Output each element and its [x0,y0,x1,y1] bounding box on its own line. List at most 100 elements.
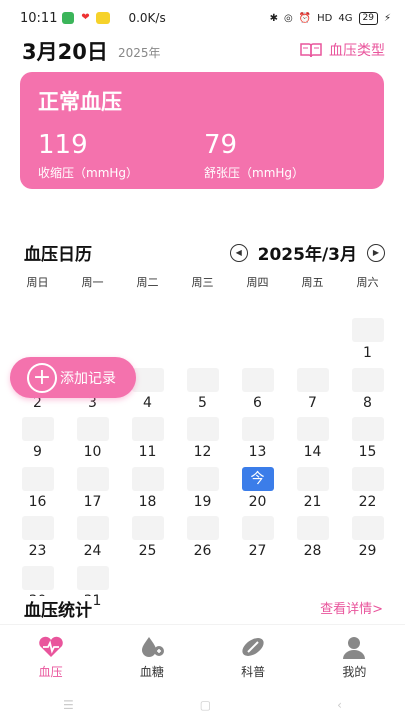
calendar-day[interactable]: 27 [230,516,285,566]
calendar-day[interactable]: 18 [120,466,175,517]
blood-drop-icon [141,637,164,657]
day-number: 4 [143,394,152,411]
day-number: 12 [193,444,212,460]
system-nav-bar: ☰ ▢ ‹ [0,690,405,720]
calendar-day[interactable]: 17 [65,466,120,517]
add-record-button[interactable]: + 添加记录 [10,357,136,398]
weekday-label: 周日 [26,276,49,289]
day-record-box [351,367,384,392]
calendar-day[interactable]: 7 [285,367,340,418]
day-record-box [131,367,164,392]
next-month-button[interactable]: ▶ [367,243,385,262]
day-number: 1 [363,345,372,361]
day-number: 14 [303,444,322,460]
calendar-day[interactable]: 5 [175,367,230,418]
day-number: 20 [248,493,267,510]
weekday-label: 周二 [136,276,159,289]
day-number: 29 [358,543,377,559]
day-number: 11 [138,444,157,460]
day-record-box [351,466,384,491]
day-number: 9 [33,444,42,460]
day-record-box [21,417,54,441]
today-marker: 今 [241,466,274,491]
nav-item-sugar[interactable]: 血糖 [101,625,202,684]
calendar-day[interactable]: 12 [175,417,230,467]
calendar-blank [230,318,285,368]
calendar-day[interactable]: 24 [65,516,120,566]
calendar-day[interactable]: 26 [175,516,230,566]
day-record-box [21,516,54,540]
calendar-day[interactable]: 14 [285,417,340,467]
day-record-box [351,516,384,540]
day-number: 16 [28,493,47,510]
day-record-box [131,466,164,491]
bp-type-label: 血压类型 [329,43,385,59]
bp-status-card[interactable]: 正常血压 119 收缩压（mmHg） 79 舒张压（mmHg） [20,72,384,189]
menu-key-icon[interactable]: ☰ [63,698,74,712]
day-record-box [21,565,54,590]
nfc-icon: ◎ [283,12,293,24]
back-key-icon[interactable]: ‹ [337,698,342,712]
day-record-box [296,466,329,491]
nav-label-bp: 血压 [38,665,63,679]
prev-month-button[interactable]: ◀ [229,243,248,262]
view-details-link[interactable]: 查看详情> [320,598,383,617]
weekday-label: 周五 [301,276,324,289]
weekday-label: 周一 [81,276,104,289]
home-key-icon[interactable]: ▢ [200,698,211,712]
calendar-day[interactable]: 28 [285,516,340,566]
status-time: 10:11 [20,10,58,26]
diastolic-label: 舒张压（mmHg） [204,166,305,180]
calendar-day[interactable]: 19 [175,466,230,517]
current-year: 2025年 [118,46,161,60]
calendar-day[interactable]: 15 [340,417,395,467]
day-number: 25 [138,543,157,559]
nav-item-bp[interactable]: 血压 [0,625,101,684]
calendar-day[interactable]: 22 [340,466,395,517]
calendar-day[interactable]: 23 [10,516,65,566]
day-record-box [21,466,54,491]
systolic-label: 收缩压（mmHg） [38,166,139,180]
calendar-day[interactable]: 今 20 [230,466,285,517]
bluetooth-icon: ✱ [269,12,278,24]
nav-label-science: 科普 [241,665,266,679]
systolic-value: 119 [38,130,88,160]
calendar-day[interactable]: 13 [230,417,285,467]
day-record-box [186,367,219,392]
day-record-box [76,417,109,441]
day-number: 28 [303,543,322,559]
battery-icon: 29 [358,11,378,25]
nav-item-me[interactable]: 我的 [304,625,405,684]
calendar-day[interactable]: 6 [230,367,285,418]
nav-item-science[interactable]: 科普 [203,625,304,684]
calendar-day[interactable]: 10 [65,417,120,467]
calendar-title: 血压日历 [24,245,92,265]
add-record-label: 添加记录 [60,370,116,387]
bp-type-button[interactable]: 血压类型 [299,40,385,60]
calendar-day[interactable]: 25 [120,516,175,566]
day-number: 23 [28,543,47,559]
calendar-day[interactable]: 21 [285,466,340,517]
day-number: 15 [358,444,377,460]
calendar-day[interactable]: 9 [10,417,65,467]
day-number: 8 [363,394,372,411]
calendar-day[interactable]: 1 [340,318,395,368]
day-record-box [76,466,109,491]
calendar-day[interactable]: 8 [340,367,395,418]
person-icon [343,637,366,659]
calendar-day[interactable]: 29 [340,516,395,566]
day-number: 24 [83,543,102,559]
calendar-day[interactable]: 16 [10,466,65,517]
calendar-day[interactable]: 11 [120,417,175,467]
day-record-box [241,367,274,392]
day-record-box [131,516,164,540]
day-number: 10 [83,444,102,460]
book-icon [300,43,322,58]
day-record-box [296,367,329,392]
current-date: 3月20日 [22,40,108,64]
status-bar: 10:11 ❤ 0.0K/s ✱ ◎ ⏰ HD 4G 29 ⚡ [0,0,405,36]
day-number: 21 [303,493,322,510]
day-record-box [241,417,274,441]
day-number: 5 [198,394,207,411]
heart-app-icon: ❤ [79,12,92,24]
